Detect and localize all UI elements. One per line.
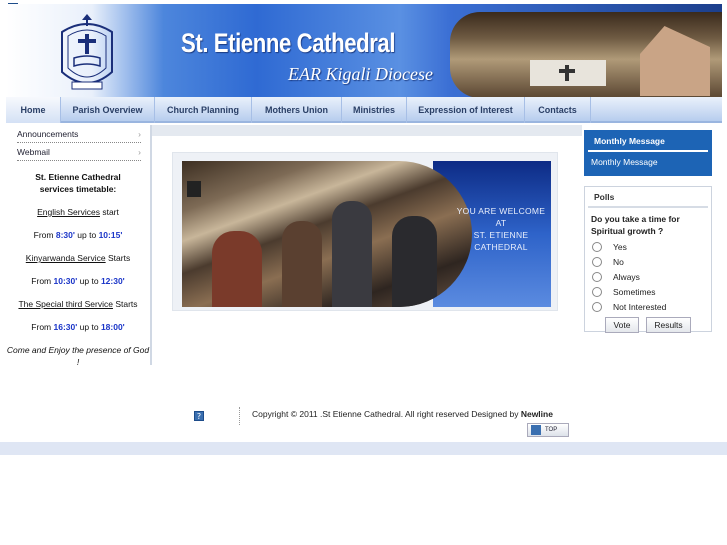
chevron-right-icon: › <box>138 147 141 157</box>
poll-option-label: Not Interested <box>613 301 667 312</box>
welcome-line: CATHEDRAL <box>474 242 528 252</box>
up-to-label: up to <box>79 276 99 286</box>
time-value: 16:30' <box>53 322 78 332</box>
site-header: St. Etienne Cathedral EAR Kigali Diocese <box>6 4 722 97</box>
radio-button[interactable] <box>592 241 602 252</box>
time-value: 8:30' <box>55 230 75 240</box>
poll-option-label: Sometimes <box>613 286 656 297</box>
designer-link[interactable]: Newline <box>521 409 553 419</box>
radio-button[interactable] <box>592 271 602 282</box>
site-title: St. Etienne Cathedral <box>181 28 396 58</box>
chevron-right-icon: › <box>138 129 141 139</box>
polls-heading: Polls <box>588 187 708 208</box>
welcome-line: YOU ARE WELCOME <box>456 206 546 216</box>
copyright-text: Copyright © 2011 .St Etienne Cathedral. … <box>252 409 553 419</box>
content-top-strip <box>152 125 582 136</box>
nav-mothers-union[interactable]: Mothers Union <box>252 97 342 123</box>
back-to-top-button[interactable]: TOP <box>527 423 569 437</box>
starts-label: start <box>102 207 119 217</box>
poll-buttons: Vote Results <box>585 314 711 333</box>
cathedral-photo <box>450 12 722 97</box>
broken-image-icon: ? <box>194 411 204 421</box>
arrow-up-icon <box>531 425 541 435</box>
sidebar-link-announcements[interactable]: Announcements › <box>17 125 141 143</box>
sidebar-link-label: Webmail <box>17 147 50 157</box>
radio-button[interactable] <box>592 301 602 312</box>
closing-text: Come and Enjoy the presence of God ! <box>6 345 150 367</box>
vote-button[interactable]: Vote <box>605 317 639 333</box>
left-sidebar: Announcements › Webmail › St. Etienne Cath… <box>6 125 152 367</box>
english-service-line: English Services start <box>6 206 150 218</box>
nav-parish-overview[interactable]: Parish Overview <box>61 97 155 123</box>
sidebar-link-label: Announcements <box>17 129 79 139</box>
special-time: From 16:30' up to 18:00' <box>6 321 150 333</box>
poll-option-yes[interactable]: Yes <box>585 239 711 254</box>
results-button[interactable]: Results <box>646 317 691 333</box>
time-value: 10:15' <box>98 230 123 240</box>
english-service-link[interactable]: English Services <box>37 207 100 217</box>
kinyarwanda-service-link[interactable]: Kinyarwanda Service <box>26 253 106 263</box>
kinyarwanda-time: From 10:30' up to 12:30' <box>6 275 150 287</box>
sidebar-link-webmail[interactable]: Webmail › <box>17 143 141 161</box>
kinyarwanda-service-line: Kinyarwanda Service Starts <box>6 252 150 264</box>
welcome-banner: YOU ARE WELCOME AT ST. ETIENNE CATHEDRAL <box>172 152 558 311</box>
page: ? St. Etienne Cathedral EAR Kigali Dioce… <box>0 0 727 545</box>
poll-option-label: Yes <box>613 241 627 252</box>
poll-option-no[interactable]: No <box>585 254 711 269</box>
english-time: From 8:30' up to 10:15' <box>6 229 150 241</box>
poll-option-always[interactable]: Always <box>585 269 711 284</box>
time-value: 18:00' <box>100 322 125 332</box>
from-label: From <box>31 276 52 286</box>
monthly-message-link[interactable]: Monthly Message <box>585 152 711 172</box>
poll-option-label: Always <box>613 271 640 282</box>
nav-ministries[interactable]: Ministries <box>342 97 407 123</box>
from-label: From <box>31 322 52 332</box>
starts-label: Starts <box>115 299 138 309</box>
radio-button[interactable] <box>592 256 602 267</box>
special-service-link[interactable]: The Special third Service <box>18 299 113 309</box>
poll-option-sometimes[interactable]: Sometimes <box>585 284 711 299</box>
up-to-label: up to <box>77 230 97 240</box>
poll-option-not-interested[interactable]: Not Interested <box>585 299 711 314</box>
cross-logo-icon <box>61 14 113 90</box>
poll-option-label: No <box>613 256 624 267</box>
monthly-message-box: Monthly Message Monthly Message <box>584 130 712 176</box>
radio-button[interactable] <box>592 286 602 297</box>
nav-home[interactable]: Home <box>6 97 61 123</box>
welcome-line: ST. ETIENNE <box>473 230 529 240</box>
top-label: TOP <box>545 427 558 433</box>
footer-divider <box>239 407 240 425</box>
starts-label: Starts <box>108 253 131 263</box>
nav-expression-of-interest[interactable]: Expression of Interest <box>407 97 525 123</box>
main-nav: Home Parish Overview Church Planning Mot… <box>6 97 722 123</box>
copyright-label: Copyright © 2011 .St Etienne Cathedral. … <box>252 409 519 419</box>
nav-contacts[interactable]: Contacts <box>525 97 591 123</box>
poll-question: Do you take a time for Spiritual growth … <box>591 214 680 236</box>
welcome-text: YOU ARE WELCOME AT ST. ETIENNE CATHEDRAL <box>453 205 549 253</box>
special-service-line: The Special third Service Starts <box>6 298 150 310</box>
up-to-label: up to <box>79 322 99 332</box>
timetable-title: St. Etienne Cathedral services timetable… <box>35 172 121 194</box>
polls-box: Polls Do you take a time for Spiritual g… <box>584 186 712 333</box>
site-subtitle: EAR Kigali Diocese <box>288 64 433 84</box>
monthly-message-heading: Monthly Message <box>588 131 708 152</box>
from-label: From <box>33 230 54 240</box>
welcome-line: AT <box>495 218 507 228</box>
congregation-photo <box>182 161 472 307</box>
time-value: 12:30' <box>100 276 125 286</box>
time-value: 10:30' <box>53 276 78 286</box>
footer-band <box>0 442 727 455</box>
nav-church-planning[interactable]: Church Planning <box>155 97 252 123</box>
